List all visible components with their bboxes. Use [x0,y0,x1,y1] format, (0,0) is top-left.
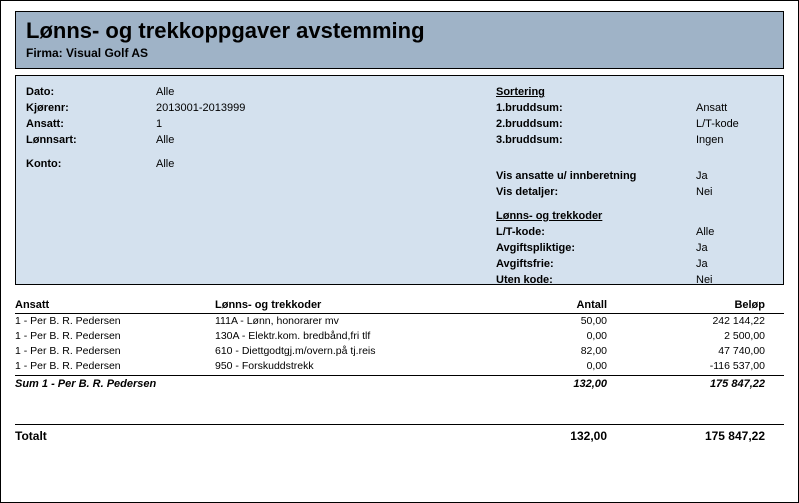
table-row: 1 - Per B. R. Pedersen 111A - Lønn, hono… [15,314,784,329]
sum-row: Sum 1 - Per B. R. Pedersen 132,00 175 84… [15,375,784,390]
sortering-head: Sortering [496,84,676,100]
vis-det-value: Nei [696,184,776,208]
konto-label: Konto: [26,156,146,172]
konto-value: Alle [156,156,336,172]
table-row: 1 - Per B. R. Pedersen 130A - Elektr.kom… [15,329,784,344]
b1-label: 1.bruddsum: [496,100,676,116]
col-koder: Lønns- og trekkoder [215,299,515,311]
dato-value: Alle [156,84,336,100]
vis-ans-value: Ja [696,168,776,184]
params-left-values: Alle 2013001-2013999 1 Alle Alle [156,84,336,172]
report-table: Ansatt Lønns- og trekkoder Antall Beløp … [15,299,784,443]
avf-value: Ja [696,256,776,272]
col-ansatt: Ansatt [15,299,215,311]
kjorenr-value: 2013001-2013999 [156,100,336,116]
report-firma: Firma: Visual Golf AS [26,46,773,60]
sum-belop: 175 847,22 [625,378,765,390]
sum-antall: 132,00 [515,378,625,390]
lonnsart-label: Lønnsart: [26,132,146,156]
report-params: Dato: Kjørenr: Ansatt: Lønnsart: Konto: … [15,75,784,285]
uten-value: Nei [696,272,776,288]
b2-value: L/T-kode [696,116,776,132]
ansatt-value: 1 [156,116,336,132]
avf-label: Avgiftsfrie: [496,256,676,272]
uten-label: Uten kode: [496,272,676,288]
table-row: 1 - Per B. R. Pedersen 950 - Forskuddstr… [15,359,784,374]
avp-value: Ja [696,240,776,256]
params-left-labels: Dato: Kjørenr: Ansatt: Lønnsart: Konto: [26,84,146,172]
col-antall: Antall [515,299,625,311]
avp-label: Avgiftspliktige: [496,240,676,256]
total-antall: 132,00 [515,429,625,443]
sum-label: Sum 1 - Per B. R. Pedersen [15,378,515,390]
kjorenr-label: Kjørenr: [26,100,146,116]
dato-label: Dato: [26,84,146,100]
report-header: Lønns- og trekkoppgaver avstemming Firma… [15,11,784,69]
b3-value: Ingen [696,132,776,156]
table-header: Ansatt Lønns- og trekkoder Antall Beløp [15,299,784,314]
b3-label: 3.bruddsum: [496,132,676,156]
params-right-labels: Sortering 1.bruddsum: 2.bruddsum: 3.brud… [496,84,676,288]
vis-ans-label: Vis ansatte u/ innberetning [496,168,676,184]
b1-value: Ansatt [696,100,776,116]
lt-label: L/T-kode: [496,224,676,240]
total-row: Totalt 132,00 175 847,22 [15,424,784,443]
col-belop: Beløp [625,299,765,311]
koder-head: Lønns- og trekkoder [496,208,676,224]
b2-label: 2.bruddsum: [496,116,676,132]
lonnsart-value: Alle [156,132,336,156]
ansatt-label: Ansatt: [26,116,146,132]
table-row: 1 - Per B. R. Pedersen 610 - Diettgodtgj… [15,344,784,359]
params-right-values: Ansatt L/T-kode Ingen Ja Nei Alle Ja Ja … [696,84,776,288]
vis-det-label: Vis detaljer: [496,184,676,208]
lt-value: Alle [696,224,776,240]
total-belop: 175 847,22 [625,429,765,443]
total-label: Totalt [15,429,515,443]
report-title: Lønns- og trekkoppgaver avstemming [26,18,773,44]
